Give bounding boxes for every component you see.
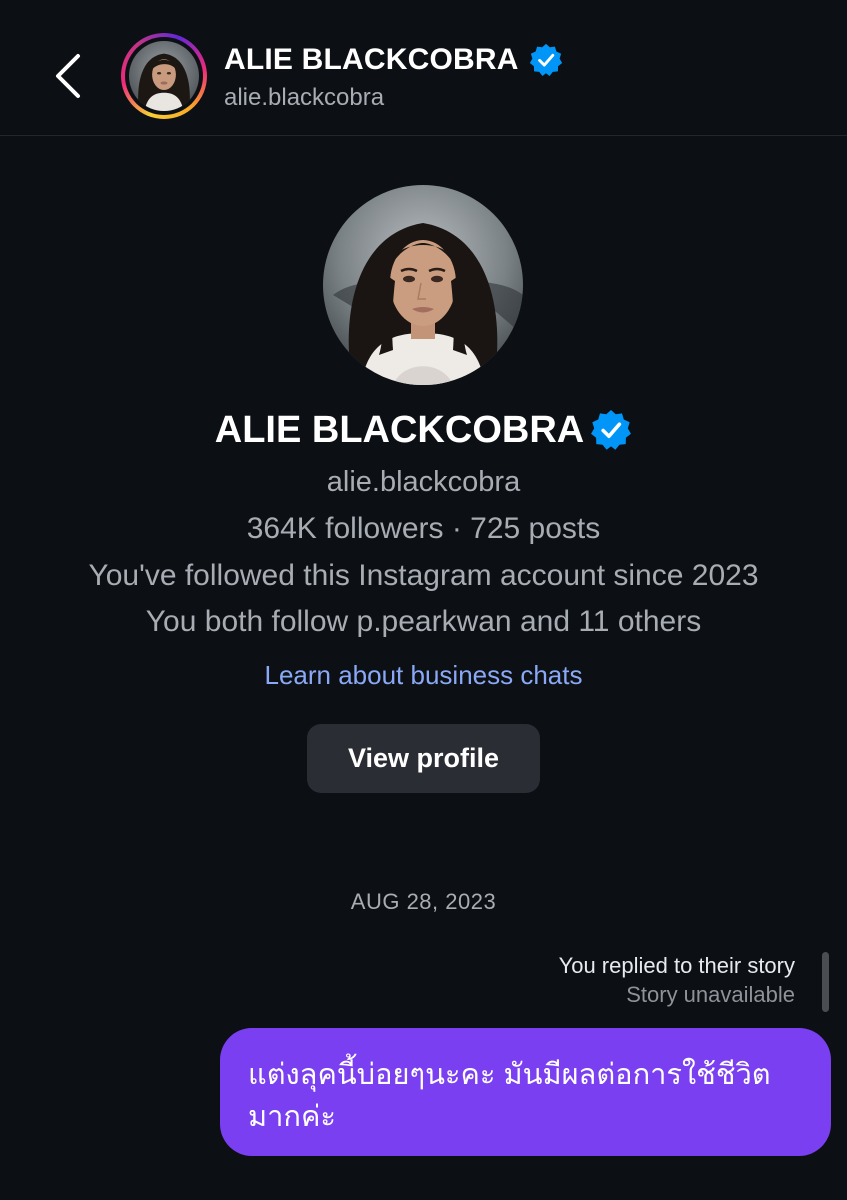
chevron-left-icon [56, 54, 80, 98]
verified-badge-icon [591, 410, 632, 450]
story-status: Story unavailable [626, 982, 795, 1007]
back-button[interactable] [48, 50, 88, 102]
mutual-followers: You both follow p.pearkwan and 11 others [145, 605, 702, 638]
profile-stats: 364K followers · 725 posts [246, 512, 601, 545]
followed-since: You've followed this Instagram account s… [88, 559, 759, 592]
profile-photo[interactable] [323, 185, 523, 385]
header-title[interactable]: ALIE BLACKCOBRA [224, 40, 563, 80]
message-bubble[interactable]: แต่งลุคนี้บ่อยๆนะคะ มันมีผลต่อการใช้ชีวิ… [220, 1028, 831, 1156]
header-name: ALIE BLACKCOBRA [224, 43, 519, 76]
profile-title: ALIE BLACKCOBRA [0, 405, 847, 455]
header-avatar[interactable] [121, 33, 207, 119]
verified-badge-icon [529, 43, 562, 76]
view-profile-button[interactable]: View profile [307, 724, 540, 793]
chat-header: ALIE BLACKCOBRA alie.blackcobra [0, 0, 847, 136]
profile-username: alie.blackcobra [326, 466, 521, 498]
learn-business-chats-link[interactable]: Learn about business chats [0, 660, 847, 691]
header-username: alie.blackcobra [224, 84, 385, 111]
avatar-photo [129, 41, 199, 111]
story-reply-label: You replied to their story [558, 953, 795, 978]
scroll-indicator[interactable] [822, 952, 829, 1012]
date-divider: AUG 28, 2023 [350, 889, 497, 914]
profile-name: ALIE BLACKCOBRA [214, 408, 585, 451]
